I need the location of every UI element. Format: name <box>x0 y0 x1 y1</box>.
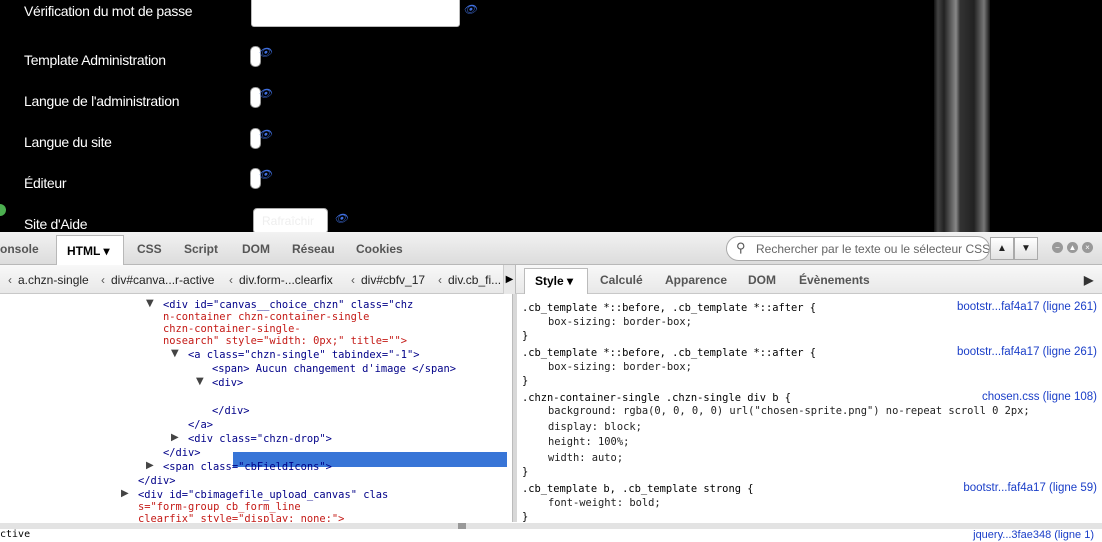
eye-icon[interactable]: 👁 <box>258 87 272 100</box>
expand-toggle[interactable]: ▶ <box>121 488 129 500</box>
css-property[interactable]: background: rgba(0, 0, 0, 0) url("chosen… <box>548 405 1030 417</box>
status-text: ctive <box>0 529 31 540</box>
tab-dom[interactable]: DOM <box>242 242 270 256</box>
status-bar: ctive jquery...3fae348 (ligne 1) <box>0 529 1102 542</box>
chevron-down-icon[interactable]: ▼ <box>1014 237 1038 260</box>
eye-icon[interactable]: 👁 <box>334 212 348 225</box>
css-search-input[interactable]: ⚲ Rechercher par le texte ou le sélecteu… <box>726 236 990 261</box>
css-source-link[interactable]: bootstr...faf4a17 (ligne 59) <box>963 482 1097 494</box>
page-scrollbar[interactable] <box>934 0 990 232</box>
tree-node[interactable]: <div> <box>212 377 243 389</box>
css-selector: .cb_template *::before, .cb_template *::… <box>522 302 817 314</box>
minimize-icon[interactable]: − <box>1052 242 1063 253</box>
eye-icon[interactable]: 👁 <box>258 168 272 181</box>
css-style-panel: .cb_template *::before, .cb_template *::… <box>517 294 1102 522</box>
tree-node: nosearch" style="width: 0px;" title=""> <box>163 335 407 347</box>
css-source-link[interactable]: bootstr...faf4a17 (ligne 261) <box>957 301 1097 313</box>
breadcrumb-scroll-right[interactable]: ▶ <box>503 265 515 294</box>
expand-toggle[interactable]: ▼ <box>146 298 154 310</box>
html-tree: ▼ <div id="canvas__choice_chzn" class="c… <box>0 294 512 522</box>
expand-toggle[interactable]: ▼ <box>196 376 204 388</box>
tree-node: </div> <box>138 475 176 487</box>
css-property[interactable]: font-weight: bold; <box>548 497 661 509</box>
css-property[interactable]: box-sizing: border-box; <box>548 361 692 373</box>
tree-node: </div> <box>212 405 250 417</box>
status-dot <box>0 204 6 216</box>
tree-node[interactable]: <a class="chzn-single" tabindex="-1"> <box>188 349 419 361</box>
devtools-panel: onsole HTML ▾ CSS Script DOM Réseau Cook… <box>0 232 1102 542</box>
tree-node: s="form-group cb_form_line <box>138 501 301 513</box>
side-tab-layout[interactable]: Apparence <box>665 273 727 287</box>
status-source-link[interactable]: jquery...3fae348 (ligne 1) <box>973 529 1094 541</box>
breadcrumb-item[interactable]: ‹ div.form-...clearfix <box>229 273 333 287</box>
side-tab-computed[interactable]: Calculé <box>600 273 643 287</box>
side-tab-events[interactable]: Évènements <box>799 273 870 287</box>
play-icon[interactable]: ▶ <box>1084 273 1093 287</box>
tree-node[interactable]: <div id="cbimagefile_upload_canvas" clas <box>138 489 388 501</box>
css-selector: .chzn-container-single .chzn-single div … <box>522 392 791 404</box>
form-area: Vérification du mot de passe 👁 Template … <box>0 0 1102 232</box>
css-brace: } <box>522 466 529 478</box>
tree-node: </a> <box>188 419 214 431</box>
tab-script[interactable]: Script <box>184 242 218 256</box>
tree-node: clearfix" style="display: none;"> <box>138 513 345 522</box>
tree-node[interactable]: <div id="canvas__choice_chzn" class="chz <box>163 299 413 311</box>
css-brace: } <box>522 511 529 522</box>
tab-console[interactable]: onsole <box>0 242 39 256</box>
tree-node: n-container chzn-container-single <box>163 311 370 323</box>
css-selector: .cb_template *::before, .cb_template *::… <box>522 347 817 359</box>
tree-node: chzn-container-single- <box>163 323 301 335</box>
tab-html[interactable]: HTML ▾ <box>56 235 124 265</box>
tab-network[interactable]: Réseau <box>292 242 335 256</box>
expand-toggle[interactable]: ▶ <box>171 432 179 444</box>
css-property[interactable]: width: auto; <box>548 452 623 464</box>
search-placeholder: Rechercher par le texte ou le sélecteur … <box>756 242 990 256</box>
breadcrumb-item[interactable]: ‹ div#canva...r-active <box>101 273 214 287</box>
tree-node[interactable]: <span> Aucun changement d'image </span> <box>212 363 456 375</box>
devtools-toolbar: onsole HTML ▾ CSS Script DOM Réseau Cook… <box>0 232 1102 265</box>
password-confirm-label: Vérification du mot de passe <box>24 3 193 19</box>
expand-toggle[interactable]: ▼ <box>171 348 179 360</box>
tree-node: </div> <box>163 447 201 459</box>
css-property[interactable]: box-sizing: border-box; <box>548 316 692 328</box>
css-brace: } <box>522 375 529 387</box>
expand-toggle[interactable]: ▶ <box>146 460 154 472</box>
help-site-label: Site d'Aide <box>24 216 88 232</box>
breadcrumb-item[interactable]: ‹ div.cb_fi... <box>438 273 501 287</box>
close-icon[interactable]: × <box>1082 242 1093 253</box>
editor-label: Éditeur <box>24 175 67 191</box>
css-source-link[interactable]: chosen.css (ligne 108) <box>982 391 1097 403</box>
chevron-up-icon[interactable]: ▲ <box>990 237 1014 260</box>
admin-language-label: Langue de l'administration <box>24 93 180 109</box>
detach-icon[interactable]: ▲ <box>1067 242 1078 253</box>
eye-icon[interactable]: 👁 <box>463 3 477 16</box>
template-admin-label: Template Administration <box>24 52 166 68</box>
breadcrumb: ‹ a.chzn-single ‹ div#canva...r-active ‹ di… <box>0 265 515 294</box>
tree-node[interactable]: <div class="chzn-drop"> <box>188 433 332 445</box>
side-tab-dom[interactable]: DOM <box>748 273 776 287</box>
tree-node-selected[interactable]: <b> </b> <box>237 391 287 403</box>
tab-css[interactable]: CSS <box>137 242 162 256</box>
css-source-link[interactable]: bootstr...faf4a17 (ligne 261) <box>957 346 1097 358</box>
breadcrumb-item[interactable]: ‹ div#cbfv_17 <box>351 273 425 287</box>
breadcrumb-item[interactable]: ‹ a.chzn-single <box>8 273 89 287</box>
tree-node[interactable]: <span class="cbFieldIcons"> <box>163 461 332 473</box>
eye-icon[interactable]: 👁 <box>258 128 272 141</box>
eye-icon[interactable]: 👁 <box>258 46 272 59</box>
css-property[interactable]: display: block; <box>548 421 642 433</box>
css-selector: .cb_template b, .cb_template strong { <box>522 483 754 495</box>
refresh-button[interactable]: Rafraîchir <box>253 208 328 232</box>
password-confirm-input[interactable] <box>251 0 460 27</box>
css-property[interactable]: height: 100%; <box>548 436 629 448</box>
side-tab-style[interactable]: Style ▾ <box>524 268 588 294</box>
side-panel-tabs: Style ▾ Calculé Apparence DOM Évènements… <box>515 265 1102 294</box>
tab-cookies[interactable]: Cookies <box>356 242 403 256</box>
search-icon: ⚲ <box>736 240 746 255</box>
css-brace: } <box>522 330 529 342</box>
site-language-label: Langue du site <box>24 134 112 150</box>
